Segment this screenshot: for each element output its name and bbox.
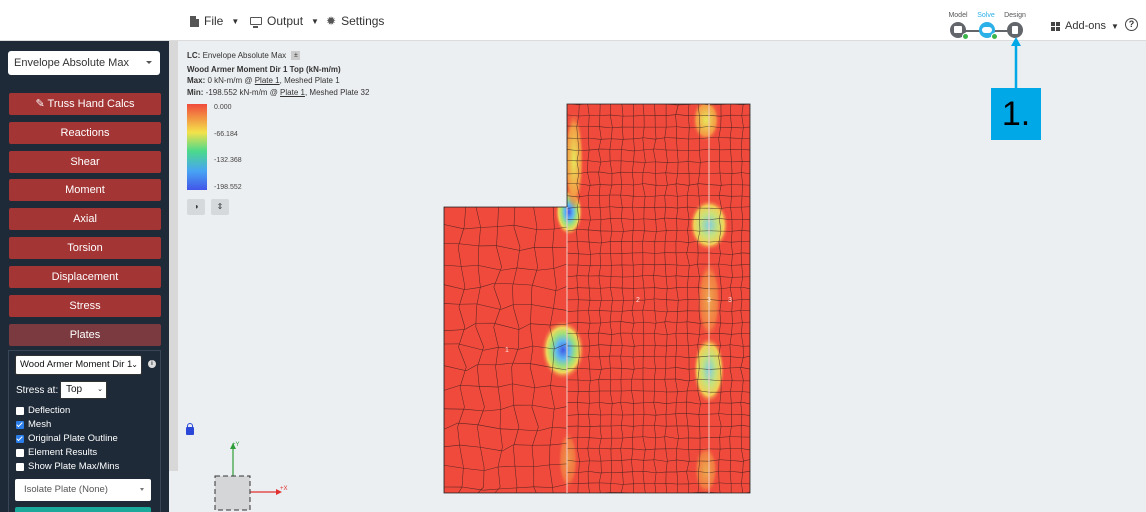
plate-label: 3 [707,297,711,304]
plate-label: 1 [505,347,509,354]
plate-label: 3 [728,297,732,304]
axis-gizmo: +Y +X [214,442,288,511]
model-viewport[interactable]: 1 2 3 3 +Y +X [0,0,1146,512]
axis-y-label: +Y [232,442,240,448]
axis-x-label: +X [280,486,288,492]
callout-arrow [1011,37,1021,88]
plate-label: 2 [636,297,640,304]
callout-step-label: 1. [991,88,1041,140]
plate-contour [444,104,750,493]
